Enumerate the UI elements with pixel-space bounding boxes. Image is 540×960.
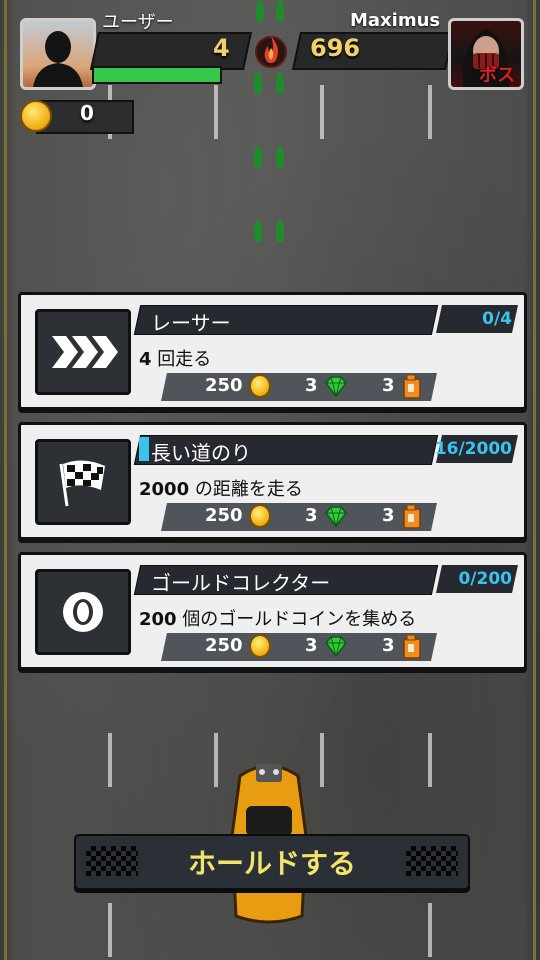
mission-description: 200 個のゴールドコインを集める xyxy=(139,605,416,631)
reward-gems: 3 xyxy=(305,375,318,396)
reward-fuel: 3 xyxy=(382,505,395,526)
mission-progress: 0/200 xyxy=(458,569,512,589)
flame-icon xyxy=(255,36,287,68)
green-marker xyxy=(276,0,284,22)
green-marker xyxy=(256,0,264,22)
lane-marking xyxy=(428,733,432,787)
fuel-can-icon xyxy=(403,375,421,399)
boss-name: Maximus xyxy=(350,10,441,31)
player-health-bar xyxy=(92,66,222,84)
mission-rewards-bar xyxy=(161,503,437,531)
checkered-flag-icon xyxy=(59,460,105,507)
hold-button-label: ホールドする xyxy=(187,847,356,880)
boss-avatar: ボス xyxy=(448,18,524,90)
coin-icon xyxy=(249,504,271,528)
fuel-can-icon xyxy=(403,635,421,659)
mission-card-long-road[interactable]: 長い道のり 16/2000 2000 の距離を走る 250 3 3 xyxy=(18,422,527,540)
mission-description: 2000 の距離を走る xyxy=(139,475,303,501)
reward-gems: 3 xyxy=(305,635,318,656)
green-marker xyxy=(276,146,284,168)
lane-marking xyxy=(214,85,218,139)
mission-description: 4 回走る xyxy=(139,345,211,371)
hold-button[interactable]: ホールドする xyxy=(74,834,470,890)
lane-marking xyxy=(428,903,432,957)
mission-rewards-bar xyxy=(161,633,437,661)
lane-marking xyxy=(214,733,218,787)
chevrons-icon xyxy=(52,336,118,368)
green-marker xyxy=(254,72,262,94)
mission-title: ゴールドコレクター xyxy=(151,571,331,595)
mission-desc-number: 200 xyxy=(139,609,177,630)
mission-progress: 0/4 xyxy=(482,309,512,329)
green-marker xyxy=(276,220,284,242)
reward-fuel: 3 xyxy=(382,375,395,396)
mission-desc-text: の距離を走る xyxy=(189,479,303,500)
boss-tag: ボス xyxy=(479,65,515,86)
lane-marking xyxy=(320,85,324,139)
player-avatar xyxy=(20,18,96,90)
player-silhouette-icon xyxy=(33,31,83,87)
gem-icon xyxy=(325,376,347,397)
gem-icon xyxy=(325,506,347,527)
gem-icon xyxy=(325,636,347,657)
green-marker xyxy=(254,146,262,168)
mission-rewards-bar xyxy=(161,373,437,401)
fuel-can-icon xyxy=(403,505,421,529)
lane-marking xyxy=(108,903,112,957)
coin-ring-icon xyxy=(63,592,103,632)
green-marker xyxy=(276,72,284,94)
mission-icon-box xyxy=(35,309,131,395)
lane-marking xyxy=(108,733,112,787)
coin-icon xyxy=(20,100,52,132)
mission-title: レーサー xyxy=(151,311,231,335)
player-score: 4 xyxy=(213,34,230,62)
green-marker xyxy=(254,220,262,242)
mission-icon-box xyxy=(35,569,131,655)
mission-title-progress-fill xyxy=(139,437,149,461)
mission-card-gold-collector[interactable]: ゴールドコレクター 0/200 200 個のゴールドコインを集める 250 3 … xyxy=(18,552,527,670)
reward-coins: 250 xyxy=(205,375,243,396)
reward-coins: 250 xyxy=(205,505,243,526)
mission-desc-text: 回走る xyxy=(151,349,212,370)
coin-icon xyxy=(249,634,271,658)
coin-icon xyxy=(249,374,271,398)
mission-progress: 16/2000 xyxy=(434,439,512,459)
reward-coins: 250 xyxy=(205,635,243,656)
reward-gems: 3 xyxy=(305,505,318,526)
coin-count: 0 xyxy=(80,101,94,125)
lane-marking xyxy=(320,733,324,787)
player-name: ユーザー xyxy=(102,12,174,33)
mission-card-racer[interactable]: レーサー 0/4 4 回走る 250 3 3 xyxy=(18,292,527,410)
boss-score: 696 xyxy=(310,34,361,62)
mission-desc-number: 2000 xyxy=(139,479,190,500)
mission-desc-text: 個のゴールドコインを集める xyxy=(176,609,417,630)
mission-title: 長い道のり xyxy=(151,441,251,465)
lane-marking xyxy=(428,85,432,139)
road-edge-right xyxy=(533,0,536,960)
road-edge-left xyxy=(4,0,7,960)
reward-fuel: 3 xyxy=(382,635,395,656)
mission-desc-number: 4 xyxy=(139,349,152,370)
mission-icon-box xyxy=(35,439,131,525)
